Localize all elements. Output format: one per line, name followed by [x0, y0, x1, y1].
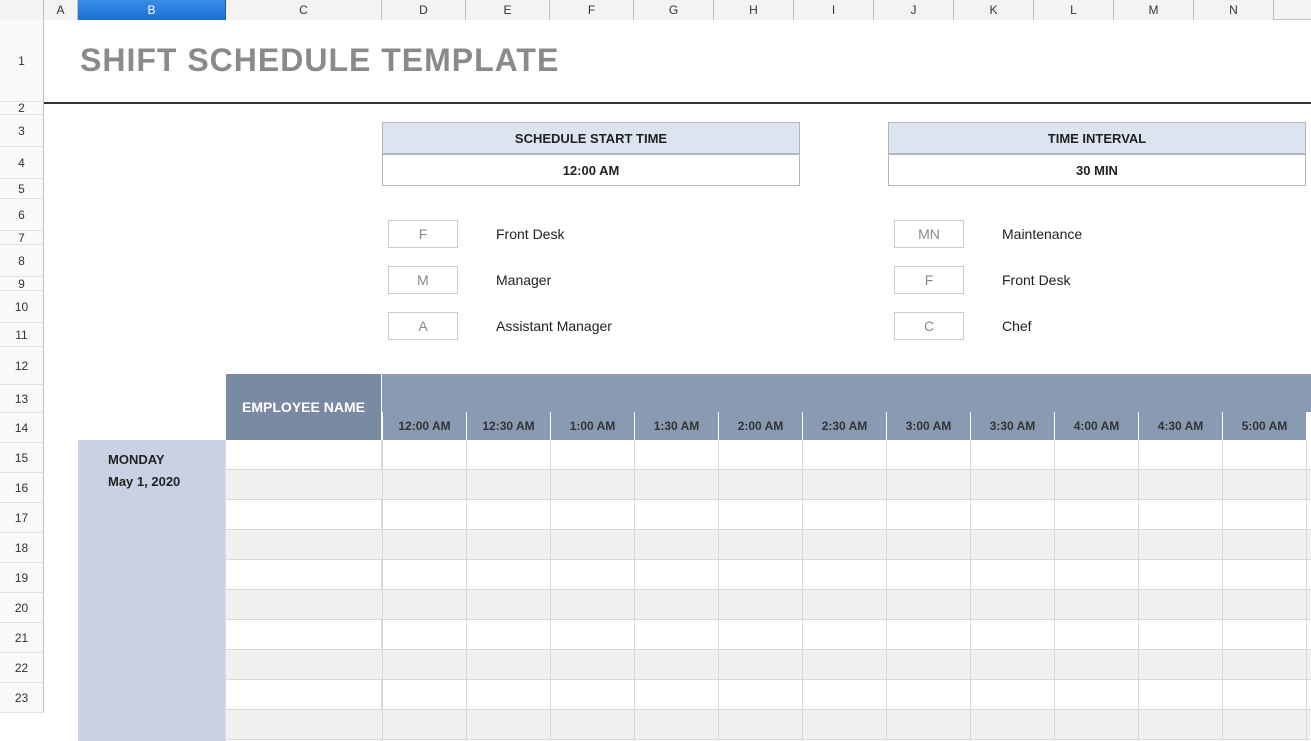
row-headers: 1234567891011121314151617181920212223 [0, 20, 44, 713]
time-slot-header: 1:30 AM [634, 412, 718, 440]
page-title: SHIFT SCHEDULE TEMPLATE [80, 42, 559, 79]
row-header-23[interactable]: 23 [0, 683, 44, 713]
column-header-C[interactable]: C [226, 0, 382, 20]
time-slot-header: 5:00 AM [1222, 412, 1306, 440]
schedule-start-time-header: SCHEDULE START TIME [382, 122, 800, 154]
column-header-G[interactable]: G [634, 0, 714, 20]
column-header-N[interactable]: N [1194, 0, 1274, 20]
row-header-8[interactable]: 8 [0, 245, 44, 277]
time-header-bar [382, 374, 1311, 412]
column-header-F[interactable]: F [550, 0, 634, 20]
schedule-row[interactable] [226, 620, 1311, 650]
schedule-start-time-value[interactable]: 12:00 AM [382, 154, 800, 186]
time-slot-header: 3:00 AM [886, 412, 970, 440]
schedule-row[interactable] [226, 560, 1311, 590]
row-header-17[interactable]: 17 [0, 503, 44, 533]
row-header-10[interactable]: 10 [0, 291, 44, 323]
schedule-row[interactable] [226, 590, 1311, 620]
column-header-J[interactable]: J [874, 0, 954, 20]
row-header-5[interactable]: 5 [0, 179, 44, 199]
column-headers: ABCDEFGHIJKLMN [0, 0, 1311, 20]
schedule-row[interactable] [226, 710, 1311, 740]
select-all-corner[interactable] [0, 0, 44, 20]
time-slot-header: 1:00 AM [550, 412, 634, 440]
schedule-row[interactable] [226, 440, 1311, 470]
legend-code[interactable]: F [388, 220, 458, 248]
time-slot-header: 3:30 AM [970, 412, 1054, 440]
legend-code[interactable]: M [388, 266, 458, 294]
schedule-row[interactable] [226, 500, 1311, 530]
time-slot-header: 2:30 AM [802, 412, 886, 440]
sheet-canvas[interactable]: SHIFT SCHEDULE TEMPLATE SCHEDULE START T… [44, 20, 1311, 741]
time-interval-header: TIME INTERVAL [888, 122, 1306, 154]
time-slot-header: 4:30 AM [1138, 412, 1222, 440]
legend-label: Assistant Manager [496, 318, 612, 334]
row-header-13[interactable]: 13 [0, 385, 44, 413]
time-slot-header: 4:00 AM [1054, 412, 1138, 440]
row-header-22[interactable]: 22 [0, 653, 44, 683]
legend-code[interactable]: MN [894, 220, 964, 248]
schedule-row[interactable] [226, 680, 1311, 710]
schedule-row[interactable] [226, 470, 1311, 500]
column-header-K[interactable]: K [954, 0, 1034, 20]
row-header-4[interactable]: 4 [0, 147, 44, 179]
row-header-11[interactable]: 11 [0, 323, 44, 347]
row-header-7[interactable]: 7 [0, 231, 44, 245]
column-header-H[interactable]: H [714, 0, 794, 20]
legend-code[interactable]: A [388, 312, 458, 340]
row-header-12[interactable]: 12 [0, 347, 44, 385]
column-header-B[interactable]: B [78, 0, 226, 20]
schedule-row[interactable] [226, 650, 1311, 680]
time-slot-header: 12:30 AM [466, 412, 550, 440]
column-header-M[interactable]: M [1114, 0, 1194, 20]
day-name: MONDAY [108, 452, 165, 467]
schedule-row[interactable] [226, 530, 1311, 560]
legend-label: Chef [1002, 318, 1032, 334]
legend-label: Maintenance [1002, 226, 1082, 242]
row-header-3[interactable]: 3 [0, 115, 44, 147]
legend-label: Front Desk [1002, 272, 1070, 288]
legend-code[interactable]: F [894, 266, 964, 294]
row-header-6[interactable]: 6 [0, 199, 44, 231]
title-rule [44, 102, 1311, 104]
day-date: May 1, 2020 [108, 474, 180, 489]
row-header-20[interactable]: 20 [0, 593, 44, 623]
row-header-19[interactable]: 19 [0, 563, 44, 593]
row-header-14[interactable]: 14 [0, 413, 44, 443]
row-header-2[interactable]: 2 [0, 102, 44, 115]
time-slot-header: 2:00 AM [718, 412, 802, 440]
employee-name-header: EMPLOYEE NAME [226, 374, 382, 440]
time-slot-header: 12:00 AM [382, 412, 466, 440]
legend-label: Front Desk [496, 226, 564, 242]
spreadsheet-sheet: ABCDEFGHIJKLMN 1234567891011121314151617… [0, 0, 1311, 741]
row-header-1[interactable]: 1 [0, 20, 44, 102]
row-header-16[interactable]: 16 [0, 473, 44, 503]
row-header-21[interactable]: 21 [0, 623, 44, 653]
column-header-D[interactable]: D [382, 0, 466, 20]
row-header-18[interactable]: 18 [0, 533, 44, 563]
time-interval-value[interactable]: 30 MIN [888, 154, 1306, 186]
row-header-9[interactable]: 9 [0, 277, 44, 291]
legend-code[interactable]: C [894, 312, 964, 340]
column-header-A[interactable]: A [44, 0, 78, 20]
column-header-E[interactable]: E [466, 0, 550, 20]
row-header-15[interactable]: 15 [0, 443, 44, 473]
column-header-L[interactable]: L [1034, 0, 1114, 20]
column-header-I[interactable]: I [794, 0, 874, 20]
legend-label: Manager [496, 272, 551, 288]
